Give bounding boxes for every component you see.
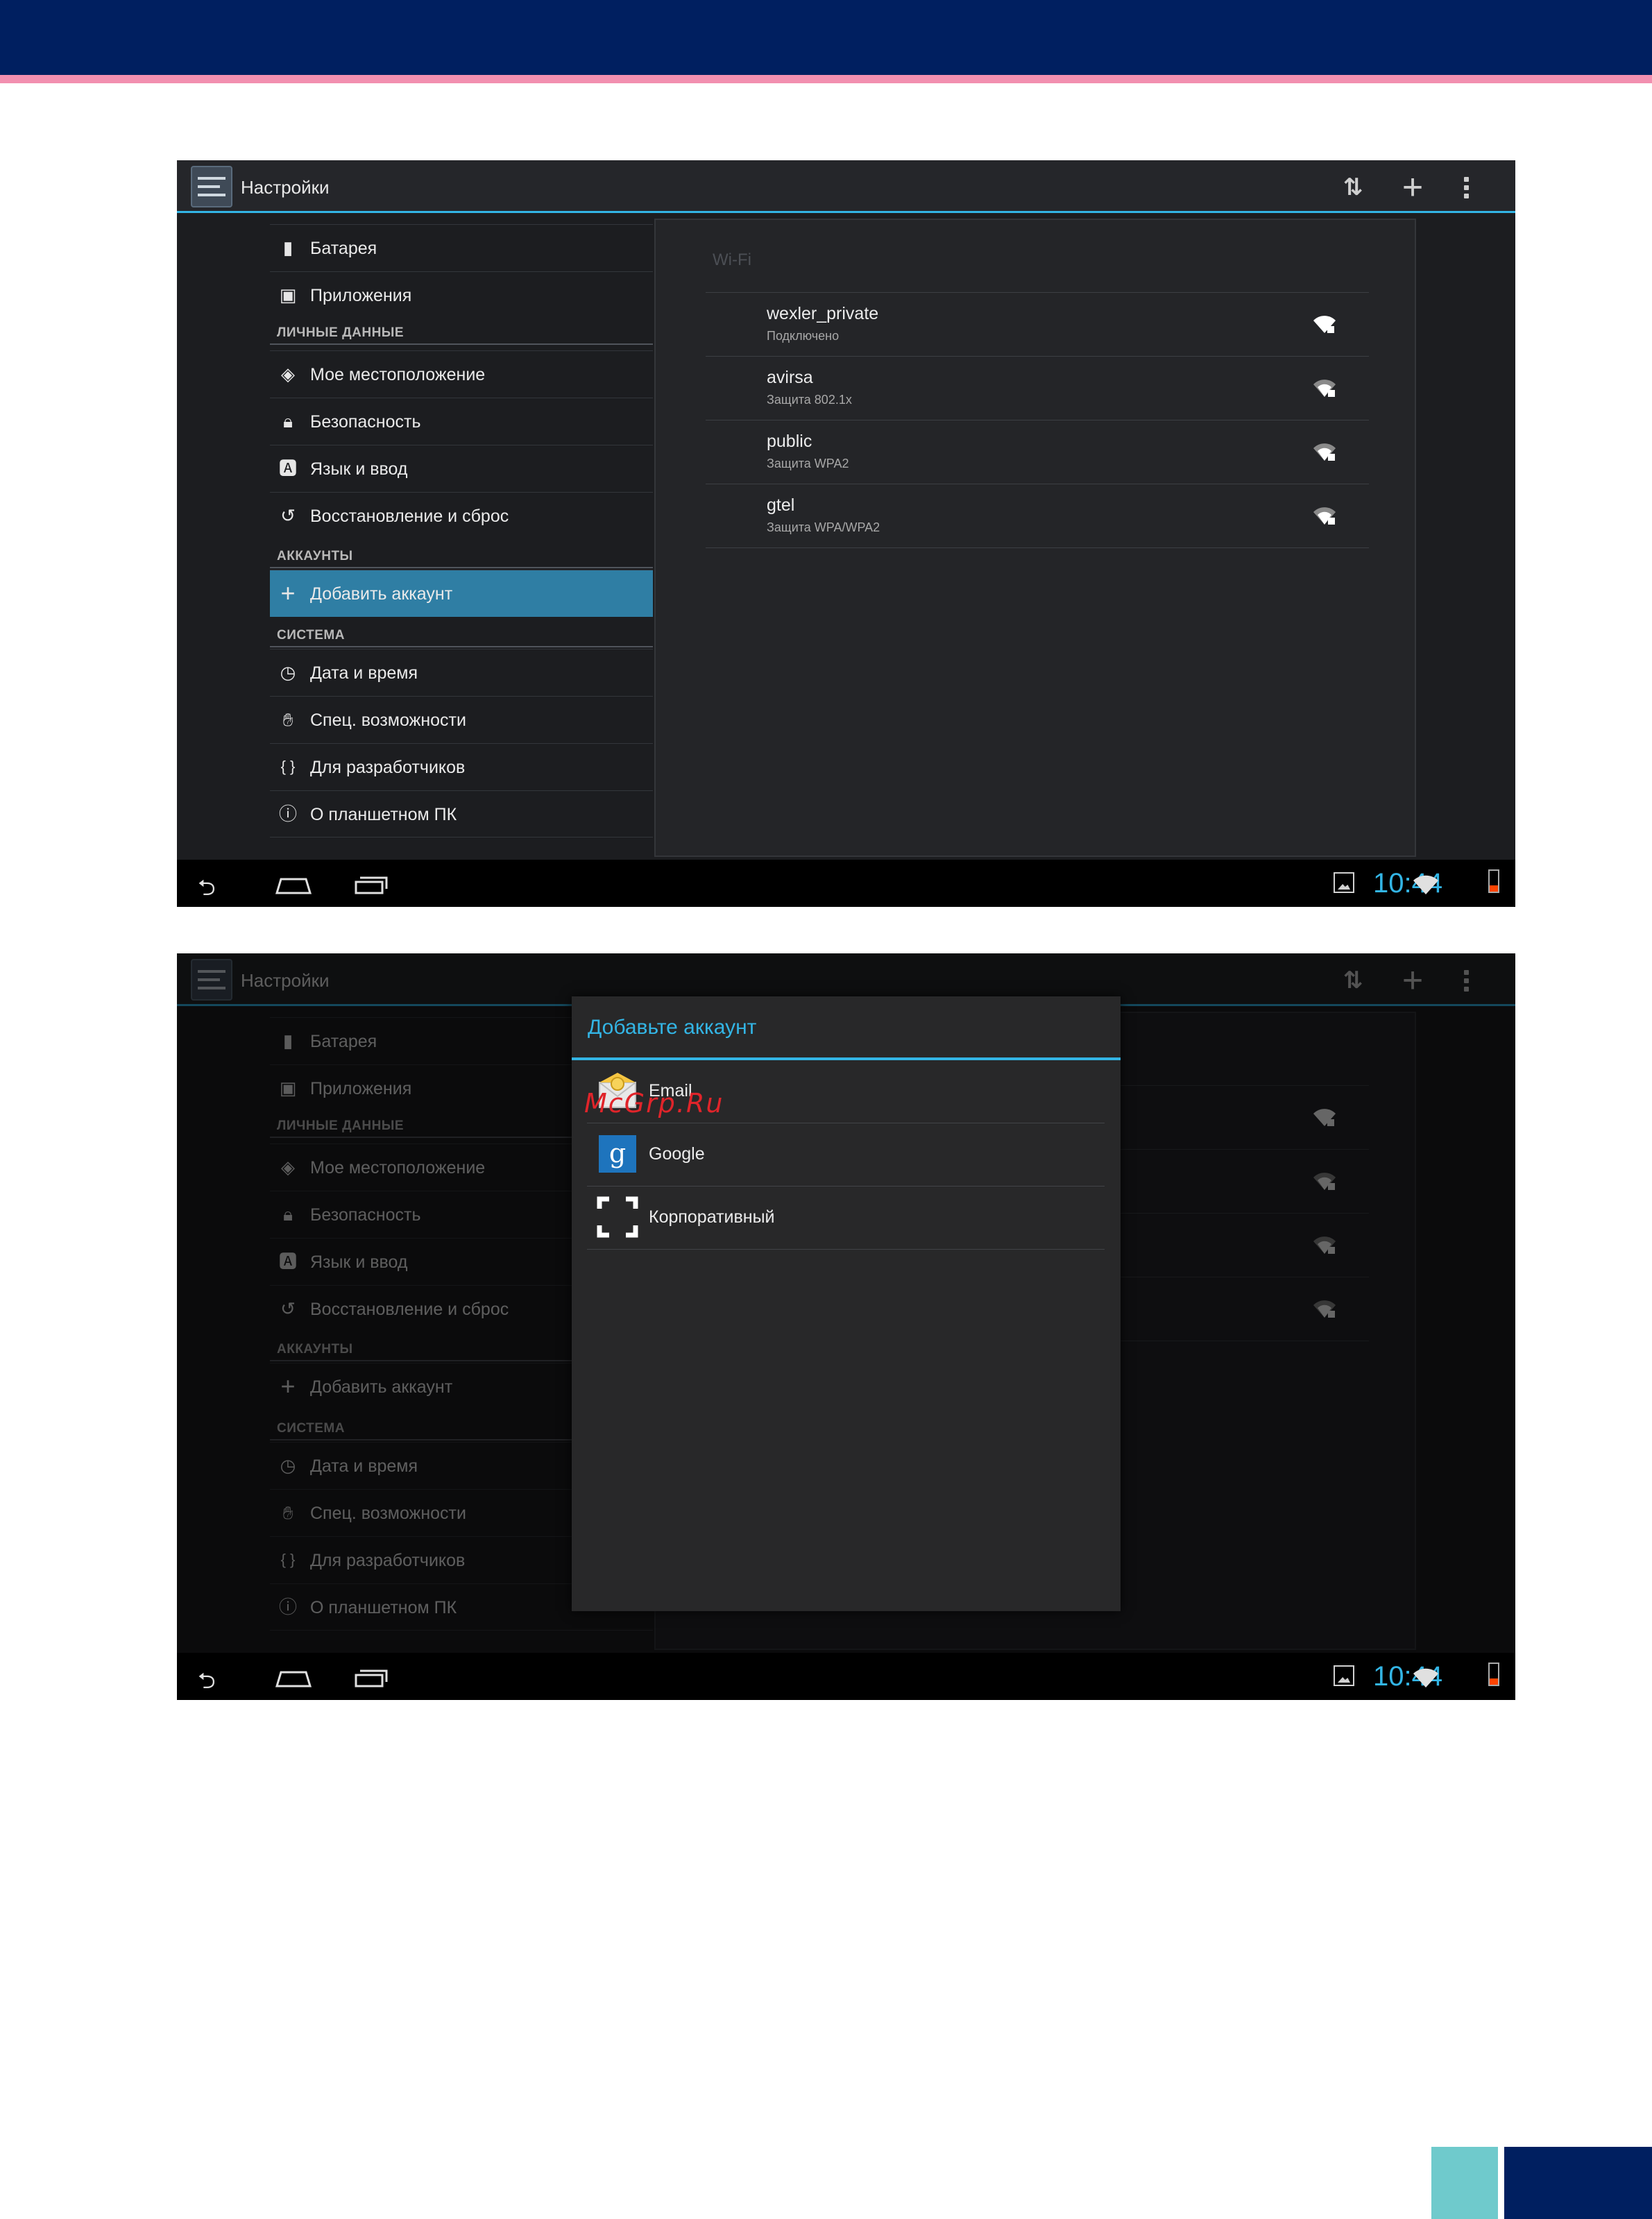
section-divider [270,567,653,568]
recent-apps-icon[interactable] [353,874,388,894]
account-option-corporate[interactable]: Корпоративный [587,1187,1105,1250]
home-icon[interactable] [274,1667,313,1687]
sidebar-item-language[interactable]: 🅰︎ Язык и ввод [270,445,653,492]
sidebar-item-label: Восстановление и сброс [310,507,509,526]
sidebar-item-label: Спец. возможности [310,711,466,730]
wifi-network-row[interactable]: gtel Защита WPA/WPA2 [706,484,1369,547]
section-header-personal: ЛИЧНЫЕ ДАННЫЕ [277,325,405,340]
sidebar-item-battery[interactable]: ▮ Батарея [270,224,653,271]
watermark: McGrp.Ru [584,1088,724,1119]
sidebar-item-location[interactable]: ◈ Мое местоположение [270,350,653,398]
sidebar-item-label: О планшетном ПК [310,805,457,824]
sidebar-item-about[interactable]: ⓘ О планшетном ПК [270,790,653,838]
google-icon: g [599,1135,636,1173]
list-divider [706,547,1369,548]
wifi-locked-signal-icon [1313,443,1336,461]
settings-app-icon[interactable] [191,166,232,207]
sidebar-item-datetime[interactable]: ◷ Дата и время [270,649,653,696]
network-status: Защита WPA/WPA2 [767,520,880,534]
section-divider [270,343,653,345]
language-icon: 🅰︎ [278,458,297,479]
home-icon[interactable] [274,874,313,894]
battery-status-icon [1488,1663,1499,1686]
network-status: Защита WPA2 [767,457,849,470]
page-header-stripe [0,75,1652,83]
info-icon: ⓘ [278,804,297,824]
sidebar-item-label: Для разработчиков [310,758,466,777]
lock-icon: 🔒︎ [283,411,293,432]
wifi-status-icon [1413,875,1438,894]
location-icon: ◈ [281,364,295,384]
sidebar-item-label: Добавить аккаунт [310,584,453,604]
corporate-icon [597,1196,638,1238]
sidebar-item-label: Дата и время [310,663,418,683]
wifi-network-row[interactable]: avirsa Защита 802.1x [706,356,1369,420]
wifi-signal-icon [1313,316,1336,333]
section-divider [270,646,653,647]
add-icon: + [280,579,296,607]
clock-icon: ◷ [280,662,296,683]
sidebar-item-label: Безопасность [310,412,421,432]
wifi-title: Wi-Fi [713,250,751,269]
settings-screenshot-2: Настройки ⇅ + ▮ Батарея ▣ Приложения ЛИЧ… [177,953,1515,1700]
sidebar-item-label: Мое местоположение [310,365,486,384]
option-label: Google [649,1144,705,1164]
option-label: Корпоративный [649,1207,775,1227]
wifi-status-icon [1413,1668,1438,1687]
sidebar-item-label: Батарея [310,239,377,258]
hand-icon: ✋︎ [282,709,293,730]
sidebar-item-label: Приложения [310,286,412,305]
overflow-menu-icon[interactable] [1459,171,1473,203]
sidebar-item-add-account[interactable]: + Добавить аккаунт [270,570,653,617]
reset-icon: ↺ [280,505,296,526]
back-icon[interactable]: ⮌ [198,872,216,907]
svg-text:g: g [609,1138,626,1168]
network-name: avirsa [767,368,813,387]
back-icon[interactable]: ⮌ [198,1665,216,1700]
wifi-locked-signal-icon [1313,380,1336,397]
braces-icon: { } [280,758,296,775]
system-nav-bar: ⮌ 10:44 [177,1653,1515,1700]
apps-icon: ▣ [279,284,297,305]
page-header-band [0,0,1652,75]
network-name: wexler_private [767,304,879,323]
footer-teal-block [1431,2147,1498,2219]
dialog-title: Добавьте аккаунт [588,1016,757,1039]
wifi-network-row[interactable]: wexler_private Подключено [706,292,1369,356]
wifi-network-row[interactable]: public Защита WPA2 [706,420,1369,484]
sync-icon[interactable]: ⇅ [1337,171,1369,203]
account-option-google[interactable]: g Google [587,1123,1105,1187]
network-name: public [767,432,812,451]
wifi-panel: Wi-Fi wexler_private Подключено avirsa З… [654,219,1416,857]
settings-screenshot-1: Настройки ⇅ + ▮ Батарея ▣ Приложения ЛИЧ… [177,160,1515,907]
network-status: Подключено [767,329,840,343]
section-header-system: СИСТЕМА [277,628,345,643]
app-title: Настройки [241,177,330,198]
system-nav-bar: ⮌ 10:44 [177,860,1515,907]
sidebar-item-label: Язык и ввод [310,459,408,479]
gallery-notification-icon[interactable] [1334,872,1354,893]
settings-sidebar: ▮ Батарея ▣ Приложения ЛИЧНЫЕ ДАННЫЕ ◈ М… [270,224,653,854]
add-icon[interactable]: + [1397,169,1429,205]
recent-apps-icon[interactable] [353,1667,388,1687]
section-header-accounts: АККАУНТЫ [277,549,353,563]
battery-status-icon [1488,869,1499,893]
battery-icon: ▮ [282,237,293,258]
footer-navy-block [1504,2147,1652,2219]
sidebar-item-reset[interactable]: ↺ Восстановление и сброс [270,492,653,539]
sidebar-item-apps[interactable]: ▣ Приложения [270,271,653,318]
sidebar-item-accessibility[interactable]: ✋︎ Спец. возможности [270,696,653,743]
network-status: Защита 802.1x [767,393,852,407]
sidebar-item-security[interactable]: 🔒︎ Безопасность [270,398,653,445]
network-name: gtel [767,495,795,515]
sidebar-item-developer[interactable]: { } Для разработчиков [270,743,653,790]
gallery-notification-icon[interactable] [1334,1665,1354,1686]
wifi-locked-signal-icon [1313,507,1336,525]
action-bar: Настройки ⇅ + [177,160,1515,213]
